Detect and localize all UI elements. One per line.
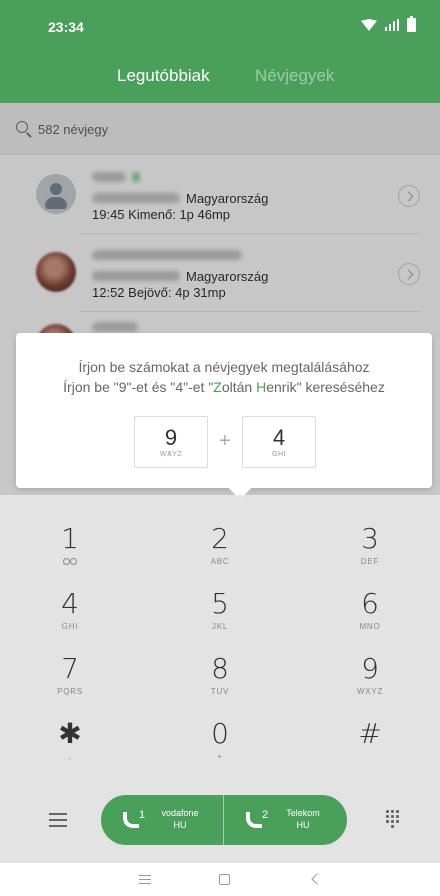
hint-line-1: Írjon be számokat a névjegyek megtalálás…: [78, 359, 370, 375]
status-icons: [361, 16, 416, 32]
example-key-4: 4 GHI: [242, 416, 316, 468]
key-4[interactable]: 4 GHI: [10, 587, 130, 651]
keypad-toggle-icon[interactable]: [386, 810, 402, 828]
key-8[interactable]: 8 TUV: [160, 652, 280, 716]
tab-recent[interactable]: Legutóbbiak: [117, 66, 210, 86]
call-sim1-button[interactable]: 1 vodafone HU: [101, 795, 224, 845]
menu-icon[interactable]: [49, 813, 67, 827]
system-nav-bar: [0, 863, 440, 896]
sim-number: 1: [139, 809, 146, 821]
battery-icon: [407, 16, 416, 32]
key-6[interactable]: 6 MNO: [310, 587, 430, 651]
key-0[interactable]: 0 +: [160, 717, 280, 781]
key-7[interactable]: 7 PQRS: [10, 652, 130, 716]
search-hint-card: Írjon be számokat a névjegyek megtalálás…: [16, 333, 432, 488]
carrier-label: vodafone HU: [161, 808, 199, 830]
sim-number: 2: [262, 809, 269, 821]
clock: 23:34: [48, 19, 84, 35]
plus-sign: +: [219, 430, 231, 452]
wifi-icon: [361, 19, 377, 31]
voicemail-icon: [63, 558, 77, 565]
phone-icon: [123, 812, 139, 828]
key-hash[interactable]: #: [310, 717, 430, 781]
example-key-9: 9 WXYZ: [134, 416, 208, 468]
call-button-group: 1 vodafone HU 2 Telekom HU: [101, 795, 347, 845]
carrier-label: Telekom HU: [286, 808, 320, 830]
back-icon[interactable]: [311, 873, 323, 885]
key-star[interactable]: ✱,: [10, 717, 130, 781]
tab-contacts[interactable]: Névjegyek: [255, 66, 334, 86]
key-3[interactable]: 3 DEF: [310, 522, 430, 586]
call-sim2-button[interactable]: 2 Telekom HU: [224, 795, 347, 845]
recent-apps-icon[interactable]: [139, 875, 151, 885]
home-icon[interactable]: [219, 874, 230, 885]
phone-icon: [246, 812, 262, 828]
key-1[interactable]: 1: [10, 522, 130, 586]
status-bar: 23:34: [0, 0, 440, 50]
key-5[interactable]: 5 JKL: [160, 587, 280, 651]
tab-bar: Legutóbbiak Névjegyek: [0, 50, 440, 103]
signal-icon: [385, 19, 399, 31]
key-9[interactable]: 9 WXYZ: [310, 652, 430, 716]
key-2[interactable]: 2 ABC: [160, 522, 280, 586]
hint-line-2: Írjon be "9"-et és "4"-et "Zoltán Henrik…: [63, 379, 385, 395]
